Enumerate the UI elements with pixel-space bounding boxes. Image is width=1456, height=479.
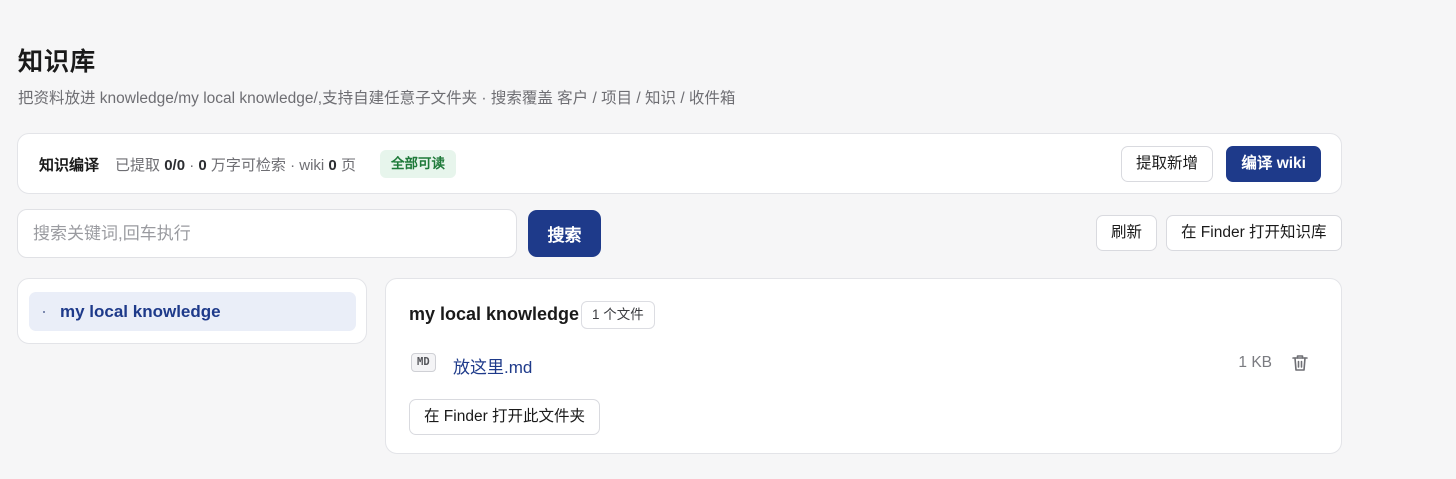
sidebar-item-my-local-knowledge[interactable]: my local knowledge bbox=[29, 292, 356, 331]
file-link[interactable]: 放这里.md bbox=[453, 353, 532, 378]
compile-wiki-button[interactable]: 编译 wiki bbox=[1226, 146, 1321, 182]
extracted-label: 已提取 bbox=[115, 157, 161, 174]
compile-bar: 知识编译 已提取 0/0 · 0 万字可检索 · wiki 0 页 全部可读 提… bbox=[17, 133, 1342, 194]
file-row: MD 放这里.md 1 KB bbox=[409, 351, 1319, 377]
chars-label: 万字可检索 · wiki bbox=[210, 157, 325, 174]
compile-title: 知识编译 bbox=[39, 157, 100, 174]
search-input[interactable] bbox=[17, 209, 517, 258]
chars-value: 0 bbox=[198, 157, 207, 174]
extracted-value: 0/0 bbox=[164, 157, 186, 174]
bullet-icon bbox=[43, 311, 45, 313]
file-count-badge: 1 个文件 bbox=[581, 301, 655, 329]
extract-new-button[interactable]: 提取新增 bbox=[1120, 146, 1213, 182]
open-folder-in-finder-button[interactable]: 在 Finder 打开此文件夹 bbox=[409, 399, 601, 435]
wiki-unit: 页 bbox=[340, 157, 356, 174]
search-button[interactable]: 搜索 bbox=[528, 210, 601, 257]
open-knowledge-in-finder-button[interactable]: 在 Finder 打开知识库 bbox=[1166, 215, 1342, 251]
trash-icon[interactable] bbox=[1291, 353, 1309, 373]
compile-stats: 已提取 0/0 · 0 万字可检索 · wiki 0 页 bbox=[115, 154, 356, 175]
knowledge-base-page: 知识库 把资料放进 knowledge/my local knowledge/,… bbox=[0, 0, 1456, 479]
page-title: 知识库 bbox=[18, 48, 97, 76]
refresh-button[interactable]: 刷新 bbox=[1096, 215, 1158, 251]
wiki-value: 0 bbox=[328, 157, 337, 174]
folder-title: my local knowledge bbox=[409, 304, 580, 324]
stats-separator: · bbox=[189, 157, 195, 174]
folder-sidebar: my local knowledge bbox=[17, 278, 367, 344]
file-size: 1 KB bbox=[1238, 354, 1272, 371]
folder-panel: my local knowledge 1 个文件 MD 放这里.md 1 KB … bbox=[385, 278, 1342, 454]
status-badge: 全部可读 bbox=[380, 150, 456, 178]
sidebar-item-label: my local knowledge bbox=[60, 302, 221, 321]
page-subtitle: 把资料放进 knowledge/my local knowledge/,支持自建… bbox=[18, 90, 736, 107]
file-type-tag: MD bbox=[411, 353, 436, 372]
